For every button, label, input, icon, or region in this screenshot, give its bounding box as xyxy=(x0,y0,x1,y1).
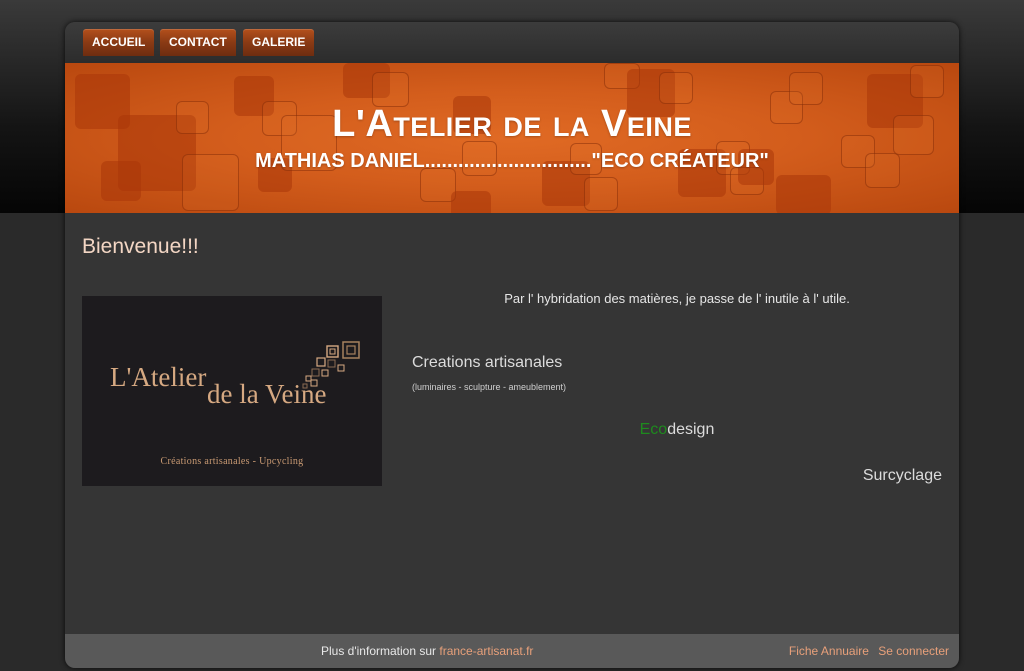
nav-item-galerie[interactable]: GALERIE xyxy=(243,29,315,56)
login-link[interactable]: Se connecter xyxy=(878,644,949,658)
france-artisanat-link[interactable]: france-artisanat.fr xyxy=(439,644,533,658)
intro-text: Par l' hybridation des matières, je pass… xyxy=(504,291,850,306)
main-nav: ACCUEIL CONTACT GALERIE xyxy=(65,22,959,63)
nav-item-accueil[interactable]: ACCUEIL xyxy=(83,29,155,56)
ecodesign-text: Ecodesign xyxy=(412,421,942,439)
creations-heading: Creations artisanales xyxy=(412,354,563,371)
footer-info: Plus d'information sur france-artisanat.… xyxy=(321,644,533,658)
site-title: L'Atelier de la Veine xyxy=(332,103,692,145)
site-subtitle: MATHIAS DANIEL..........................… xyxy=(255,150,769,172)
footer-links: Fiche Annuaire Se connecter xyxy=(783,644,949,658)
surcyclage-text: Surcyclage xyxy=(862,467,942,484)
logo-tagline: Créations artisanales - Upcycling xyxy=(160,456,304,467)
brand-logo-image: L'Atelier de la Veine Créations artisana… xyxy=(82,296,382,486)
ecodesign-suffix: design xyxy=(667,421,715,438)
logo-line-1: L'Atelier xyxy=(110,362,207,392)
ecodesign-prefix: Eco xyxy=(639,421,668,438)
fiche-annuaire-link[interactable]: Fiche Annuaire xyxy=(789,644,869,658)
footer-info-text: Plus d'information sur xyxy=(321,644,437,658)
header-banner: L'Atelier de la Veine MATHIAS DANIEL....… xyxy=(65,63,959,213)
welcome-heading: Bienvenue!!! xyxy=(82,235,199,258)
footer: Plus d'information sur france-artisanat.… xyxy=(65,634,959,668)
nav-item-contact[interactable]: CONTACT xyxy=(160,29,236,56)
creations-subtext: (luminaires - sculpture - ameublement) xyxy=(412,382,567,392)
logo-squares-icon xyxy=(302,341,360,389)
page-container: ACCUEIL CONTACT GALERIE L'Atelier de la … xyxy=(65,22,959,668)
